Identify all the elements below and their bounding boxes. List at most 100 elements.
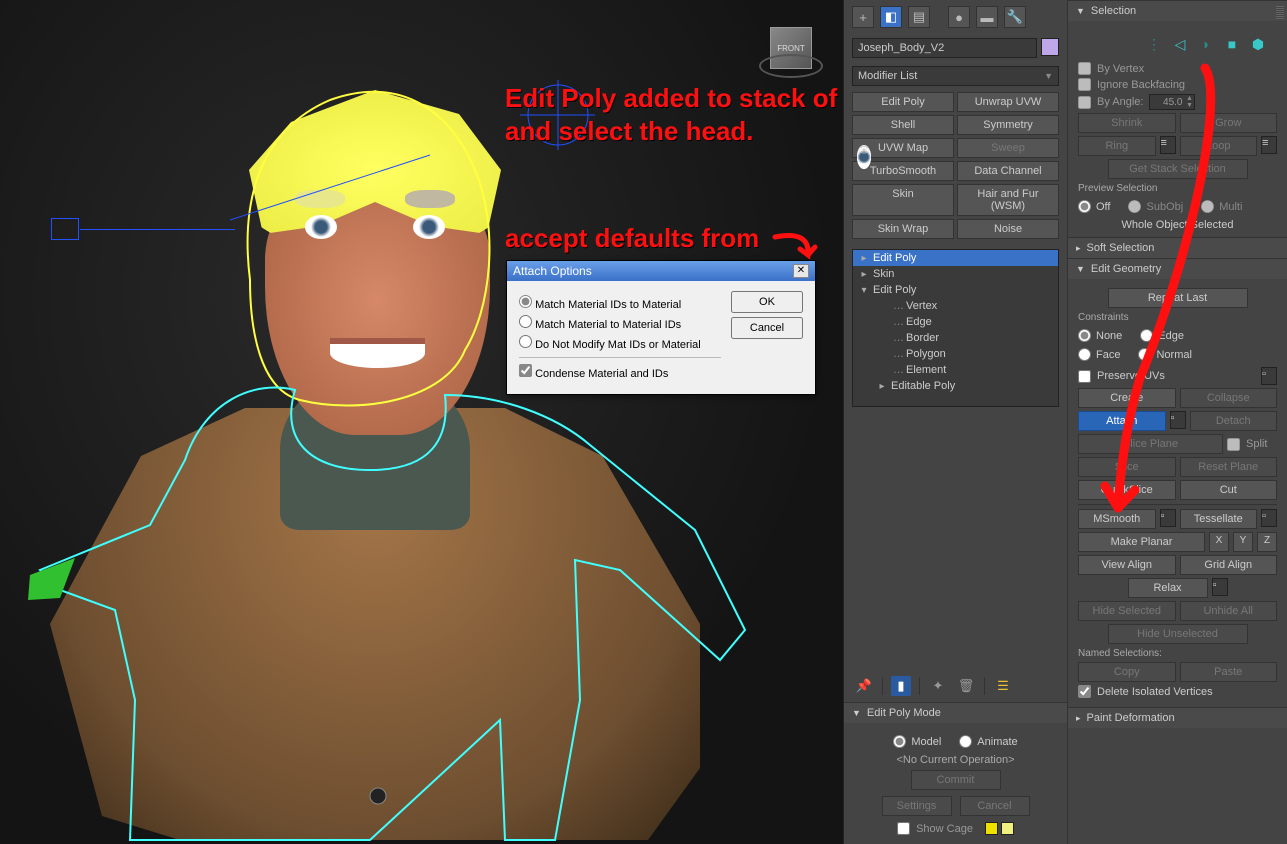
mod-data-channel[interactable]: Data Channel: [957, 161, 1059, 181]
opt-do-not-modify[interactable]: Do Not Modify Mat IDs or Material: [519, 335, 721, 351]
close-icon[interactable]: ✕: [793, 264, 809, 278]
constraint-face[interactable]: Face: [1078, 348, 1120, 361]
modifier-list-dropdown[interactable]: Modifier List▼: [852, 66, 1059, 86]
grow-button[interactable]: Grow: [1180, 113, 1278, 133]
loop-spinner[interactable]: ≡: [1261, 136, 1277, 154]
create-tab-icon[interactable]: +: [852, 6, 874, 28]
viewcube[interactable]: FRONT: [761, 18, 821, 78]
stack-edit-poly-mid[interactable]: 👁▾Edit Poly: [853, 282, 1058, 298]
msmooth-button[interactable]: MSmooth: [1078, 509, 1156, 529]
slice-button[interactable]: Slice: [1078, 457, 1176, 477]
mod-symmetry[interactable]: Symmetry: [957, 115, 1059, 135]
soft-selection-header[interactable]: ▸Soft Selection: [1068, 238, 1287, 258]
stack-sub-border[interactable]: Border: [853, 330, 1058, 346]
loop-button[interactable]: Loop: [1180, 136, 1258, 156]
stack-sub-edge[interactable]: Edge: [853, 314, 1058, 330]
slice-plane-button[interactable]: Slice Plane: [1078, 434, 1223, 454]
stack-sub-polygon[interactable]: Polygon: [853, 346, 1058, 362]
split-check[interactable]: Split: [1227, 437, 1277, 451]
stack-sub-vertex[interactable]: Vertex: [853, 298, 1058, 314]
tessellate-button[interactable]: Tessellate: [1180, 509, 1258, 529]
pin-stack-icon[interactable]: 📌: [854, 676, 874, 696]
detach-button[interactable]: Detach: [1190, 411, 1278, 431]
mod-sweep[interactable]: Sweep: [957, 138, 1059, 158]
preview-subobj[interactable]: SubObj: [1128, 200, 1183, 213]
constraint-edge[interactable]: Edge: [1140, 329, 1184, 342]
preserve-uvs[interactable]: Preserve UVs▫: [1078, 367, 1277, 385]
view-align-button[interactable]: View Align: [1078, 555, 1176, 575]
collapse-button[interactable]: Collapse: [1180, 388, 1278, 408]
planar-z[interactable]: Z: [1257, 532, 1277, 552]
msmooth-settings[interactable]: ▫: [1160, 509, 1176, 527]
attach-list-button[interactable]: ▫: [1170, 411, 1186, 429]
opt-match-ids-to-mat[interactable]: Match Material IDs to Material: [519, 295, 721, 311]
viewcube-ring[interactable]: [759, 54, 823, 78]
settings-button[interactable]: Settings: [882, 796, 952, 816]
repeat-last-button[interactable]: Repeat Last: [1108, 288, 1248, 308]
grid-align-button[interactable]: Grid Align: [1180, 555, 1278, 575]
display-tab-icon[interactable]: ▬: [976, 6, 998, 28]
relax-settings[interactable]: ▫: [1212, 578, 1228, 596]
ignore-backfacing[interactable]: Ignore Backfacing: [1078, 78, 1277, 91]
stack-sub-element[interactable]: Element: [853, 362, 1058, 378]
edit-geometry-header[interactable]: ▼Edit Geometry: [1068, 259, 1287, 279]
utilities-tab-icon[interactable]: 🔧: [1004, 6, 1026, 28]
constraint-none[interactable]: None: [1078, 329, 1122, 342]
mod-unwrap-uvw[interactable]: Unwrap UVW: [957, 92, 1059, 112]
preview-off[interactable]: Off: [1078, 200, 1110, 213]
opt-condense[interactable]: Condense Material and IDs: [519, 364, 721, 380]
motion-tab-icon[interactable]: ●: [948, 6, 970, 28]
mod-noise[interactable]: Noise: [957, 219, 1059, 239]
create-button[interactable]: Create: [1078, 388, 1176, 408]
ring-button[interactable]: Ring: [1078, 136, 1156, 156]
relax-button[interactable]: Relax: [1128, 578, 1208, 598]
named-paste-button[interactable]: Paste: [1180, 662, 1278, 682]
hide-selected-button[interactable]: Hide Selected: [1078, 601, 1176, 621]
subobj-border-icon[interactable]: ◗: [1195, 33, 1217, 55]
delete-isolated-verts[interactable]: Delete Isolated Vertices: [1078, 685, 1277, 698]
viewport[interactable]: FRONT Edit Poly added to stack of body m…: [0, 0, 843, 844]
planar-y[interactable]: Y: [1233, 532, 1253, 552]
hierarchy-tab-icon[interactable]: ▤: [908, 6, 930, 28]
subobj-element-icon[interactable]: ⬢: [1247, 33, 1269, 55]
constraint-normal[interactable]: Normal: [1138, 348, 1191, 361]
preview-multi[interactable]: Multi: [1201, 200, 1242, 213]
bone-dummy[interactable]: [51, 218, 79, 240]
reset-plane-button[interactable]: Reset Plane: [1180, 457, 1278, 477]
cage-color-1[interactable]: [985, 822, 998, 835]
cut-button[interactable]: Cut: [1180, 480, 1278, 500]
subobj-edge-icon[interactable]: ◁: [1169, 33, 1191, 55]
make-planar-button[interactable]: Make Planar: [1078, 532, 1205, 552]
mod-skin[interactable]: Skin: [852, 184, 954, 216]
tessellate-settings[interactable]: ▫: [1261, 509, 1277, 527]
quickslice-button[interactable]: QuickSlice: [1078, 480, 1176, 500]
remove-modifier-icon[interactable]: 🗑: [956, 676, 976, 696]
commit-button[interactable]: Commit: [911, 770, 1001, 790]
attach-options-dialog[interactable]: Attach Options ✕ Match Material IDs to M…: [506, 260, 816, 395]
ring-spinner[interactable]: ≡: [1160, 136, 1176, 154]
modifier-stack[interactable]: 👁▸Edit Poly 👁▸Skin 👁▾Edit Poly Vertex Ed…: [852, 249, 1059, 407]
make-unique-icon[interactable]: ✦: [928, 676, 948, 696]
stack-skin[interactable]: 👁▸Skin: [853, 266, 1058, 282]
mod-edit-poly[interactable]: Edit Poly: [852, 92, 954, 112]
shrink-button[interactable]: Shrink: [1078, 113, 1176, 133]
mode-model[interactable]: Model: [893, 735, 941, 748]
planar-x[interactable]: X: [1209, 532, 1229, 552]
selection-header[interactable]: ▼Selection: [1068, 1, 1287, 21]
show-cage[interactable]: Show Cage: [854, 822, 1057, 835]
get-stack-selection[interactable]: Get Stack Selection: [1108, 159, 1248, 179]
by-vertex[interactable]: By Vertex: [1078, 62, 1277, 75]
mode-animate[interactable]: Animate: [959, 735, 1017, 748]
epm-cancel-button[interactable]: Cancel: [960, 796, 1030, 816]
cage-color-2[interactable]: [1001, 822, 1014, 835]
modify-tab-icon[interactable]: ◧: [880, 6, 902, 28]
hide-unselected-button[interactable]: Hide Unselected: [1108, 624, 1248, 644]
mod-skin-wrap[interactable]: Skin Wrap: [852, 219, 954, 239]
preserve-uvs-settings[interactable]: ▫: [1261, 367, 1277, 385]
configure-sets-icon[interactable]: ☰: [993, 676, 1013, 696]
command-panel[interactable]: + ◧ ▤ ● ▬ 🔧 Modifier List▼ Edit Poly Unw…: [843, 0, 1067, 844]
paint-deformation-header[interactable]: ▸Paint Deformation: [1068, 708, 1287, 728]
mod-shell[interactable]: Shell: [852, 115, 954, 135]
show-end-result-icon[interactable]: ▮: [891, 676, 911, 696]
attach-button[interactable]: Attach: [1078, 411, 1166, 431]
